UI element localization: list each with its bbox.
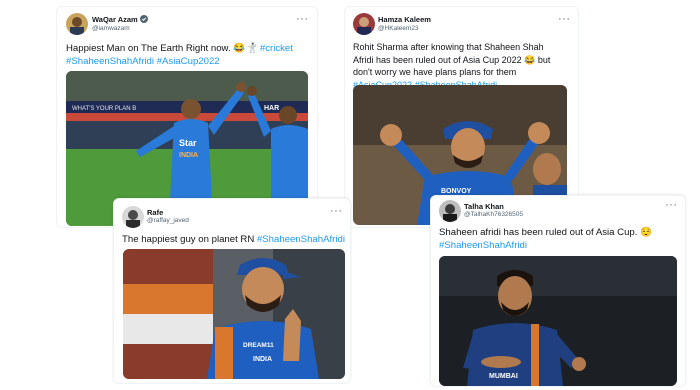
author-handle[interactable]: @raffay_javed	[147, 217, 189, 224]
avatar-image	[122, 206, 144, 228]
shirt-text: INDIA	[179, 152, 198, 159]
author-handle[interactable]: @iamwazam	[92, 25, 130, 32]
author-name[interactable]: Rafe	[147, 208, 163, 217]
avatar-image	[66, 13, 88, 35]
board-text: WHAT'S YOUR PLAN B	[72, 106, 136, 112]
avatar[interactable]	[353, 13, 375, 35]
tweet-media[interactable]: MUMBAI	[439, 256, 677, 386]
smiling-player-photo: DREAM11 INDIA	[123, 249, 345, 379]
shirt-text: BONVOY	[441, 188, 472, 195]
author-name[interactable]: Hamza Kaleem	[378, 15, 431, 24]
shirt-text: DREAM11	[243, 342, 274, 349]
tweet-text: Rohit Sharma after knowing that Shaheen …	[353, 41, 565, 91]
avatar-image	[439, 200, 461, 222]
more-options-icon[interactable]: ···	[330, 206, 343, 217]
emoji: 😂	[524, 54, 536, 65]
tweet-body: Happiest Man on The Earth Right now.	[66, 43, 231, 54]
tweet-text: Shaheen afridi has been ruled out of Asi…	[439, 226, 679, 252]
shirt-text: INDIA	[253, 356, 272, 363]
shirt-text: MUMBAI	[489, 373, 518, 380]
hashtag-shaheen[interactable]: #ShaheenShahAfridi	[439, 240, 527, 251]
author-handle[interactable]: @HKaleem23	[378, 25, 419, 32]
author-name-text: WaQar Azam	[92, 15, 138, 24]
hashtag-shaheen[interactable]: #ShaheenShahAfridi	[257, 234, 345, 245]
tweet-text: Happiest Man on The Earth Right now. 😂🤺 …	[66, 42, 314, 68]
board-text: HAR	[264, 105, 279, 112]
author-name[interactable]: WaQar Azam	[92, 15, 148, 24]
smiling-player-photo: MUMBAI	[439, 256, 677, 386]
tweet-text: The happiest guy on planet RN #ShaheenSh…	[122, 233, 347, 246]
tweet-card-rafe[interactable]: Rafe @raffay_javed ··· The happiest guy …	[113, 198, 351, 384]
tweet-media[interactable]: DREAM11 INDIA	[123, 249, 345, 379]
avatar[interactable]	[66, 13, 88, 35]
shirt-text: Star	[179, 138, 197, 148]
tweet-body: The happiest guy on planet RN	[122, 234, 255, 245]
more-options-icon[interactable]: ···	[558, 14, 571, 25]
avatar[interactable]	[122, 206, 144, 228]
avatar[interactable]	[439, 200, 461, 222]
more-options-icon[interactable]: ···	[296, 14, 309, 25]
author-name[interactable]: Talha Khan	[464, 202, 504, 211]
emoji: 😂🤺	[233, 43, 258, 54]
tweet-card-talha-khan[interactable]: Talha Khan @TalhaKh76326505 ··· Shaheen …	[430, 195, 686, 387]
more-options-icon[interactable]: ···	[665, 200, 678, 211]
avatar-image	[353, 13, 375, 35]
tweet-card-waqar-azam[interactable]: WaQar Azam @iamwazam ··· Happiest Man on…	[56, 6, 318, 228]
verified-badge-icon	[139, 15, 148, 23]
hashtag-cricket[interactable]: #cricket	[260, 43, 293, 54]
tweet-body: Rohit Sharma after knowing that Shaheen …	[353, 42, 544, 65]
author-handle[interactable]: @TalhaKh76326505	[464, 211, 523, 218]
hashtag-asiacup[interactable]: #AsiaCup2022	[157, 56, 220, 67]
tweet-body: Shaheen afridi has been ruled out of Asi…	[439, 227, 638, 238]
emoji: 😌	[640, 227, 653, 238]
hashtag-shaheen[interactable]: #ShaheenShahAfridi	[66, 56, 154, 67]
